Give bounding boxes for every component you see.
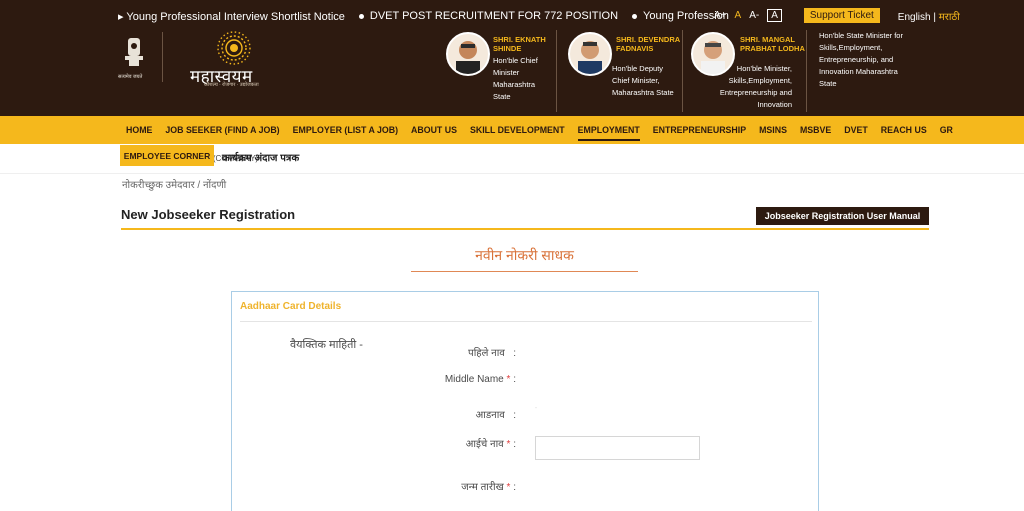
font-decrease-button[interactable]: A- [749, 10, 759, 21]
minister-role: Hon'ble Deputy Chief Minister, Maharasht… [612, 64, 674, 97]
breadcrumb[interactable]: नोकरीच्छुक उमेदवार / नोंदणी [122, 177, 226, 191]
aadhaar-details-card: Aadhaar Card Details वैयक्तिक माहिती - प… [231, 291, 819, 511]
employee-corner-button[interactable]: EMPLOYEE CORNER [120, 145, 214, 166]
minister-separator [556, 30, 557, 112]
mahaswayam-logo-icon[interactable] [214, 28, 254, 68]
nav-msins[interactable]: MSINS [759, 125, 787, 135]
field-label-mother-name: आईचे नाव * : [465, 439, 516, 450]
nav-skill-development[interactable]: SKILL DEVELOPMENT [470, 125, 565, 135]
minister-name: SHRI. MANGAL PRABHAT LODHA [740, 35, 805, 53]
form-heading: नवीन नोकरी साधक [475, 247, 574, 263]
main-navigation: HOME JOB SEEKER (FIND A JOB) EMPLOYER (L… [0, 116, 1024, 144]
ticker-item[interactable]: DVET POST RECRUITMENT FOR 772 POSITION [358, 10, 618, 26]
lang-marathi-link[interactable]: मराठी [939, 12, 960, 23]
section-label-personal: वैयक्तिक माहिती - [290, 339, 363, 351]
minister-avatar [446, 32, 490, 76]
bullet-icon [632, 13, 638, 19]
submenu-item-programme-estimate[interactable]: कार्यक्रम अंदाज पत्रक [222, 150, 299, 164]
lang-separator: | [933, 11, 936, 23]
page-title: New Jobseeker Registration [121, 207, 296, 222]
user-manual-button[interactable]: Jobseeker Registration User Manual [756, 207, 929, 225]
site-header: ▸ Young Professional Interview Shortlist… [0, 0, 1024, 116]
logo-tagline: कौशल्य · रोजगार · उद्योजकता [204, 82, 259, 88]
nav-entrepreneurship[interactable]: ENTREPRENEURSHIP [653, 125, 746, 135]
bullet-icon [358, 13, 364, 19]
contrast-button[interactable]: A [767, 9, 782, 22]
minister-role: Hon'ble Chief Minister Maharashtra State [493, 56, 538, 101]
minister-role: Hon'ble Minister, Skills,Employment, Ent… [719, 64, 792, 109]
form-heading-underline [411, 271, 638, 272]
font-normal-button[interactable]: A [735, 10, 742, 21]
nav-about-us[interactable]: ABOUT US [411, 125, 457, 135]
state-emblem-icon [125, 38, 143, 66]
news-ticker[interactable]: ▸ Young Professional Interview Shortlist… [118, 10, 729, 26]
field-label-middle-name: Middle Name * : [444, 374, 516, 385]
minister-role: Hon'ble State Minister for Skills,Employ… [819, 31, 903, 88]
nav-reach-us[interactable]: REACH US [881, 125, 927, 135]
minister-separator [682, 30, 683, 112]
accessibility-tools: A+ A A- A Support Ticket English | मराठी [714, 8, 960, 23]
header-divider [162, 32, 163, 82]
minister-separator [806, 30, 807, 112]
support-ticket-button[interactable]: Support Ticket [803, 8, 880, 23]
language-switcher: English | मराठी [898, 9, 960, 23]
nav-employment[interactable]: EMPLOYMENT [577, 125, 640, 141]
nav-gr[interactable]: GR [940, 125, 953, 135]
emblem-caption: सत्यमेव जयते [118, 74, 143, 80]
nav-dvet[interactable]: DVET [844, 125, 867, 135]
title-underline [121, 228, 929, 230]
field-label-surname: आडनाव : [475, 410, 516, 421]
field-label-first-name: पहिले नाव : [468, 348, 516, 359]
font-increase-button[interactable]: A+ [714, 10, 727, 21]
nav-job-seeker[interactable]: JOB SEEKER (FIND A JOB) [165, 125, 279, 135]
mother-name-input[interactable] [535, 436, 700, 460]
nav-employer[interactable]: EMPLOYER (LIST A JOB) [293, 125, 398, 135]
field-label-date-of-birth: जन्म तारीख * : [461, 482, 516, 493]
card-title: Aadhaar Card Details [240, 301, 342, 312]
minister-name: SHRI. DEVENDRA FADNAVIS [616, 35, 680, 53]
card-divider [240, 321, 812, 322]
minister-name: SHRI. EKNATH SHINDE [493, 35, 546, 53]
minister-avatar [568, 32, 612, 76]
nav-msbve[interactable]: MSBVE [800, 125, 831, 135]
nav-home[interactable]: HOME [126, 125, 152, 135]
ticker-item[interactable]: ▸ Young Professional Interview Shortlist… [118, 10, 345, 26]
lang-english-link[interactable]: English [898, 12, 931, 23]
